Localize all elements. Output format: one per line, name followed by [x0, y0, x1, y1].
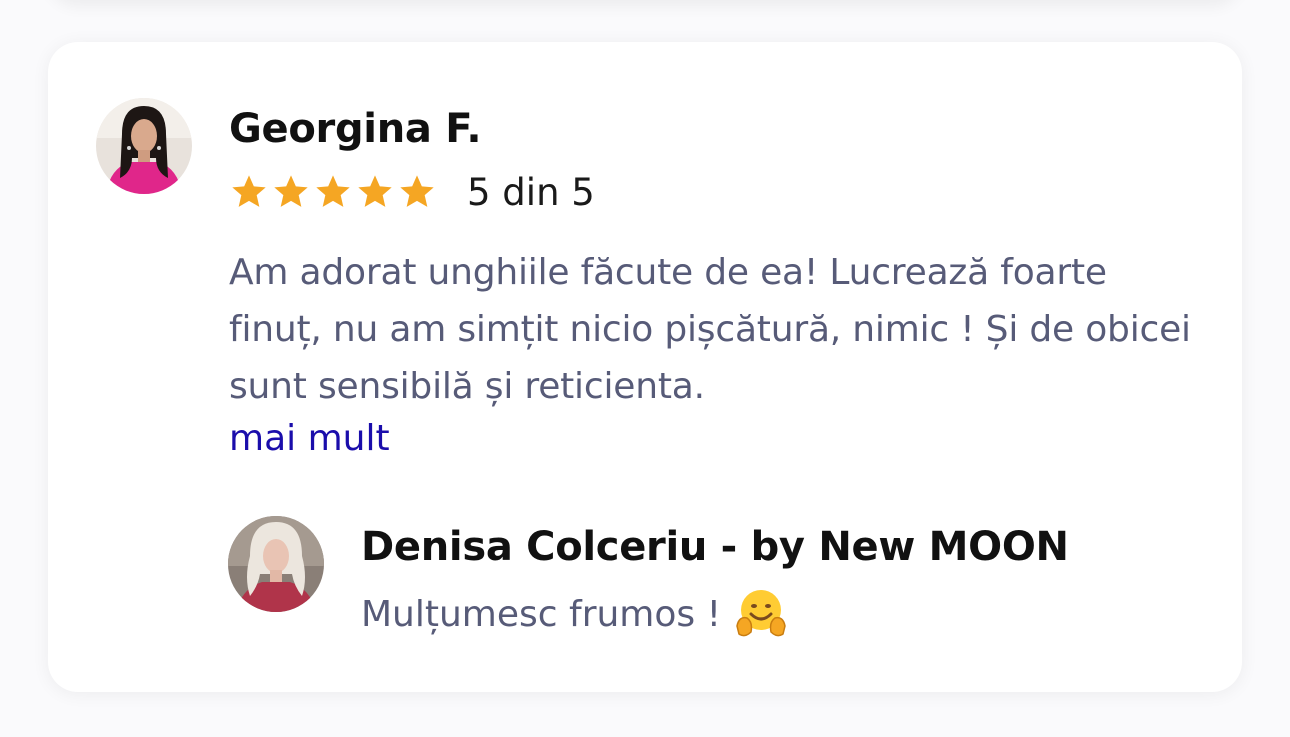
rating-text: 5 din 5 — [467, 170, 595, 214]
owner-reply-text: Mulțumesc frumos ! — [361, 593, 722, 635]
hugging-face-icon — [736, 590, 786, 637]
reviewer-name: Georgina F. — [229, 106, 482, 152]
star-icon — [358, 175, 392, 207]
owner-reply: Mulțumesc frumos ! — [361, 586, 789, 642]
review-card: Georgina F. 5 din 5 Am adorat unghiile f… — [48, 42, 1242, 692]
star-icon — [316, 175, 350, 207]
rating-row: 5 din 5 — [229, 170, 595, 214]
star-icon — [232, 175, 266, 207]
more-link[interactable]: mai mult — [229, 414, 390, 464]
review-text: Am adorat unghiile făcute de ea! Lucreaz… — [229, 252, 1191, 407]
star-rating — [229, 172, 437, 212]
star-icon — [400, 175, 434, 207]
owner-name: Denisa Colceriu - by New MOON — [361, 524, 1069, 570]
star-icon — [274, 175, 308, 207]
reviewer-avatar — [96, 98, 192, 194]
owner-avatar — [228, 516, 324, 612]
